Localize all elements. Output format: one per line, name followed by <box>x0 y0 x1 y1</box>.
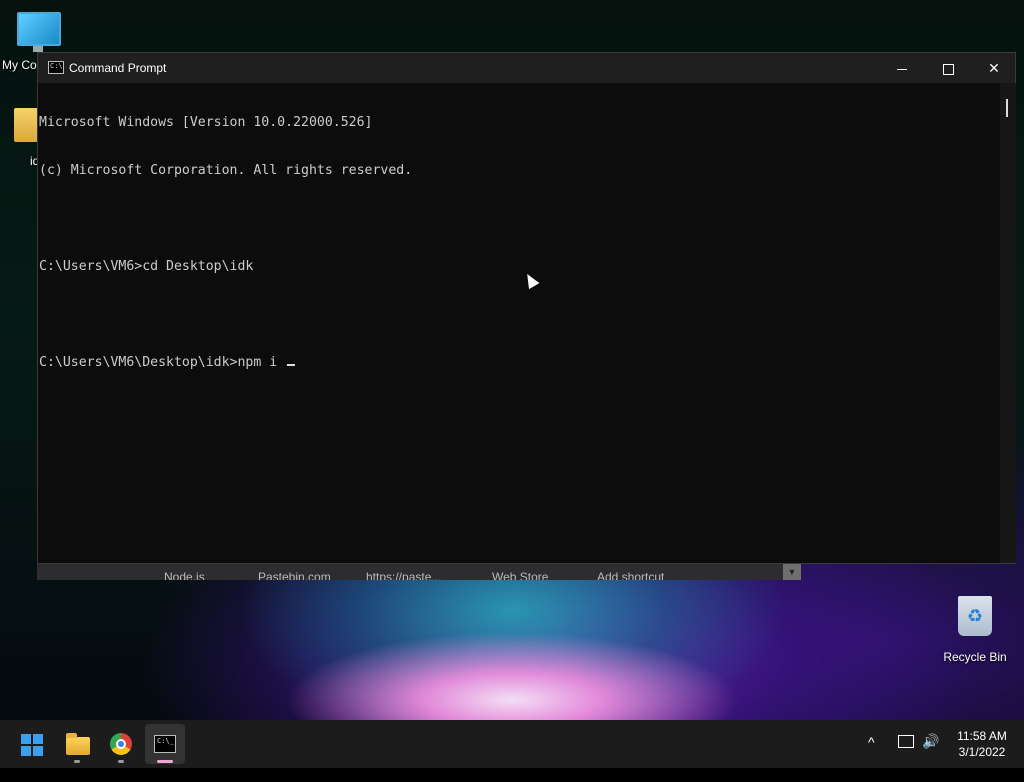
network-icon[interactable] <box>898 735 914 748</box>
console-line: C:\Users\VM6>cd Desktop\idk <box>39 259 254 274</box>
window-title: Command Prompt <box>69 61 167 75</box>
file-explorer-icon <box>66 733 90 755</box>
taskbar-command-prompt[interactable]: C:\_ <box>145 724 185 764</box>
command-prompt-window: C:\ Command Prompt ✕ Microsoft Windows [… <box>37 52 1016 564</box>
active-indicator <box>157 760 173 763</box>
bookmarks-overflow-icon[interactable]: ▼ <box>783 564 801 580</box>
show-hidden-icons-chevron-icon[interactable]: ^ <box>868 734 875 782</box>
recycle-bin-icon: ♻ <box>958 596 992 636</box>
console-output[interactable]: Microsoft Windows [Version 10.0.22000.52… <box>39 83 999 563</box>
volume-icon[interactable]: 🔊 <box>922 733 939 781</box>
taskbar-file-explorer[interactable] <box>57 724 97 764</box>
bookmark-nodejs[interactable]: Node.js <box>164 570 205 580</box>
bookmark-pastebin[interactable]: Pastebin.com <box>258 570 331 580</box>
close-icon: ✕ <box>988 60 1000 76</box>
taskbar: C:\_ ^ 🔊 11:58 AM 3/1/2022 <box>0 720 1024 768</box>
vertical-scrollbar[interactable] <box>1000 83 1016 563</box>
bookmark-web-store[interactable]: Web Store <box>492 570 548 580</box>
console-line: Microsoft Windows [Version 10.0.22000.52… <box>39 115 373 130</box>
clock-date: 3/1/2022 <box>958 745 1006 759</box>
clock[interactable]: 11:58 AM 3/1/2022 <box>952 728 1012 776</box>
console-command: C:\Users\VM6\Desktop\idk>npm i <box>39 355 278 370</box>
chrome-bookmarks-bar: Node.js Pastebin.com https://paste... We… <box>37 564 801 580</box>
recycle-bin-desktop-icon[interactable]: ♻ Recycle Bin <box>938 596 1012 664</box>
windows-logo-icon <box>21 734 43 756</box>
bookmark-add-shortcut[interactable]: Add shortcut <box>597 570 664 580</box>
close-button[interactable]: ✕ <box>971 53 1017 83</box>
command-prompt-app-icon[interactable]: C:\ <box>48 61 64 74</box>
monitor-icon <box>17 12 61 52</box>
maximize-icon <box>942 63 954 75</box>
running-indicator <box>74 760 80 763</box>
command-prompt-icon: C:\_ <box>154 735 176 753</box>
minimize-icon <box>897 68 907 70</box>
maximize-button[interactable] <box>925 53 971 83</box>
title-bar[interactable]: C:\ Command Prompt ✕ <box>38 53 1015 83</box>
chrome-icon <box>110 733 132 755</box>
scrollbar-thumb[interactable] <box>1006 99 1008 117</box>
recycle-bin-label: Recycle Bin <box>943 650 1007 664</box>
start-button[interactable] <box>12 724 52 764</box>
console-line: (c) Microsoft Corporation. All rights re… <box>39 163 413 178</box>
taskbar-chrome[interactable] <box>101 724 141 764</box>
text-cursor <box>287 364 296 366</box>
console-input-line[interactable]: C:\Users\VM6\Desktop\idk>npm i <box>39 355 999 371</box>
minimize-button[interactable] <box>879 53 925 83</box>
bookmark-paste-url[interactable]: https://paste... <box>366 570 441 580</box>
running-indicator <box>118 760 124 763</box>
clock-time: 11:58 AM <box>957 729 1007 743</box>
